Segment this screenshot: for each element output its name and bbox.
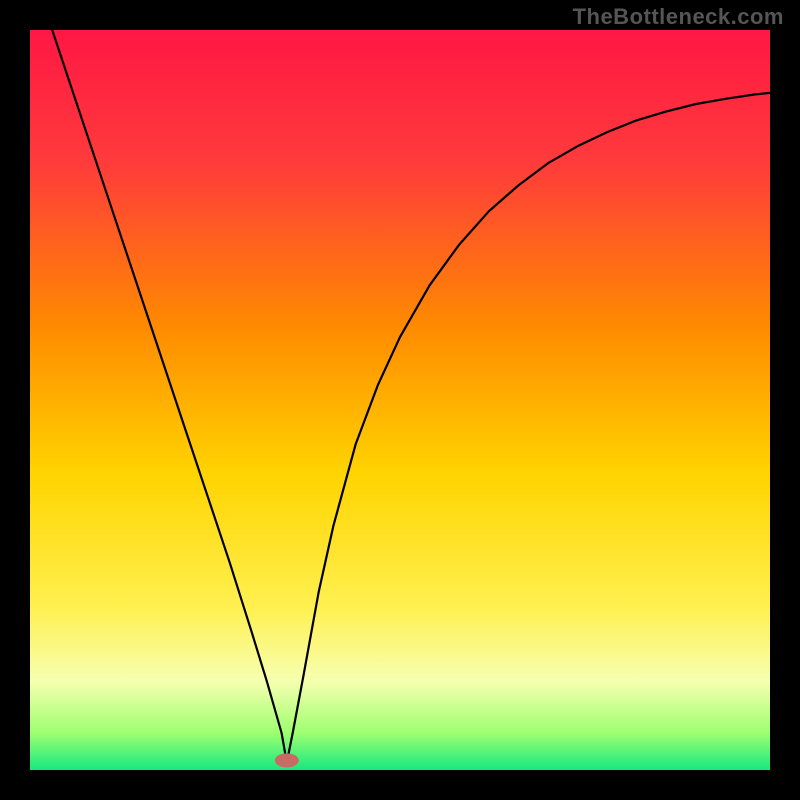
watermark-text: TheBottleneck.com [573,4,784,30]
plot-area [30,30,770,770]
chart-frame: TheBottleneck.com [0,0,800,800]
bottleneck-plot [0,0,800,800]
optimal-marker[interactable] [275,753,299,767]
